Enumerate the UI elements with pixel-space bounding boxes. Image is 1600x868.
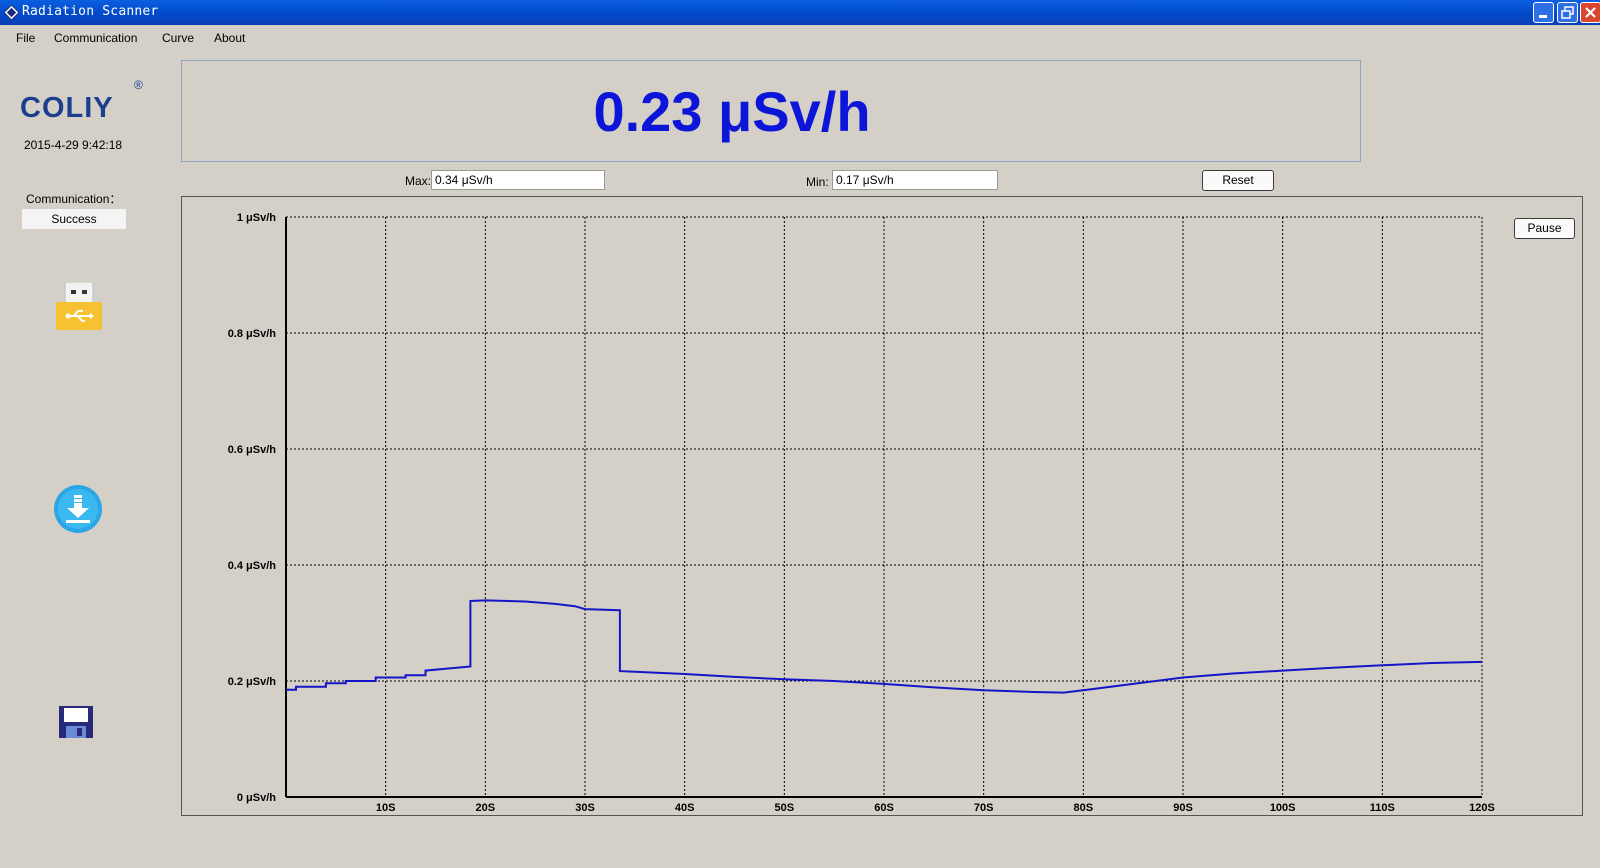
x-tick-label: 90S <box>1173 802 1193 814</box>
pause-button[interactable]: Pause <box>1514 218 1575 239</box>
max-label: Max: <box>405 174 432 188</box>
communication-label: Communication： <box>26 192 122 206</box>
y-tick-label: 0.2 μSv/h <box>228 676 277 688</box>
menu-file[interactable]: File <box>16 31 35 45</box>
x-tick-label: 110S <box>1370 802 1395 814</box>
current-reading-panel: 0.23 μSv/h <box>181 60 1361 162</box>
minimize-button[interactable] <box>1533 2 1554 23</box>
communication-status: Success <box>22 209 126 229</box>
minimize-icon <box>1539 15 1547 18</box>
x-tick-label: 120S <box>1469 802 1495 814</box>
min-value-field: 0.17 μSv/h <box>832 170 998 190</box>
main-window: Radiation Scanner File Communication Cur… <box>0 0 1600 868</box>
download-icon[interactable] <box>53 484 103 534</box>
y-tick-label: 1 μSv/h <box>237 212 276 224</box>
y-tick-label: 0.4 μSv/h <box>228 560 277 572</box>
current-dose-rate: 0.23 μSv/h <box>593 80 871 143</box>
restore-button[interactable] <box>1557 2 1578 23</box>
y-tick-label: 0.6 μSv/h <box>228 444 277 456</box>
y-tick-label: 0.8 μSv/h <box>228 328 277 340</box>
dose-rate-chart: 0 μSv/h 0.2 μSv/h 0.4 μSv/h 0.6 μSv/h 0.8 μS… <box>228 212 1495 814</box>
menu-communication[interactable]: Communication <box>54 31 137 45</box>
x-tick-label: 30S <box>575 802 595 814</box>
app-icon <box>4 5 19 20</box>
x-tick-label: 50S <box>775 802 795 814</box>
x-tick-label: 80S <box>1074 802 1094 814</box>
close-icon <box>1585 7 1596 18</box>
title-bar: Radiation Scanner <box>0 0 1600 25</box>
usb-icon[interactable] <box>56 282 102 330</box>
save-icon[interactable] <box>59 706 93 738</box>
x-tick-label: 100S <box>1270 802 1296 814</box>
window-title: Radiation Scanner <box>22 4 159 19</box>
menu-about[interactable]: About <box>214 31 245 45</box>
menu-curve[interactable]: Curve <box>162 31 194 45</box>
y-tick-label: 0 μSv/h <box>237 792 276 804</box>
current-datetime: 2015-4-29 9:42:18 <box>24 138 123 152</box>
brand-logo: COLIY <box>20 92 150 124</box>
logo-text: COLIY <box>20 92 114 124</box>
x-tick-label: 60S <box>874 802 894 814</box>
menu-bar: File Communication Curve About <box>0 25 1600 49</box>
restore-icon <box>1561 6 1574 19</box>
x-tick-label: 10S <box>376 802 396 814</box>
x-tick-label: 40S <box>675 802 695 814</box>
registered-mark: ® <box>134 78 143 92</box>
reset-button[interactable]: Reset <box>1202 170 1274 191</box>
close-button[interactable] <box>1580 2 1600 23</box>
x-tick-label: 20S <box>476 802 496 814</box>
x-tick-label: 70S <box>974 802 994 814</box>
chart-panel: 0 μSv/h 0.2 μSv/h 0.4 μSv/h 0.6 μSv/h 0.8 μS… <box>181 196 1583 816</box>
max-value-field: 0.34 μSv/h <box>431 170 605 190</box>
min-label: Min: <box>806 175 829 189</box>
